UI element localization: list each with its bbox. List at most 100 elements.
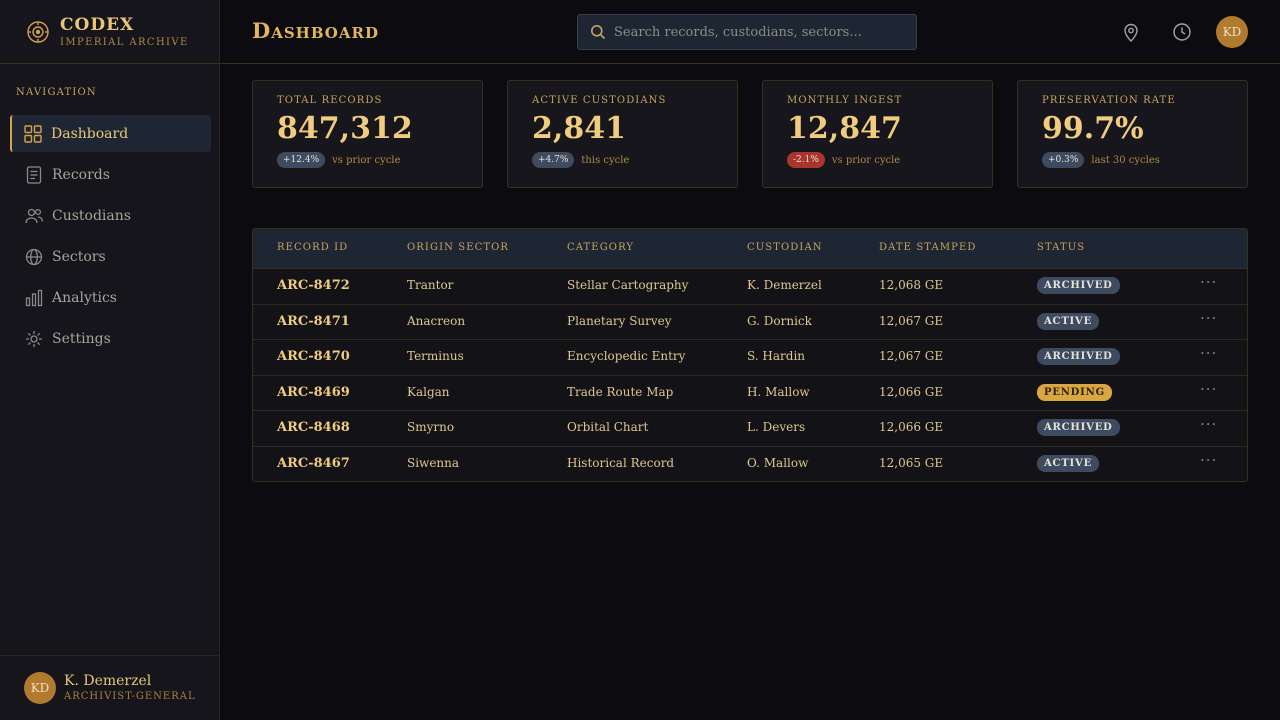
stat-change-chip: -2.1% [787, 152, 825, 168]
stat-value: 2,841 [532, 111, 626, 146]
stat-label: ACTIVE CUSTODIANS [532, 95, 667, 106]
sidebar-item-sectors[interactable]: Sectors [10, 238, 211, 275]
stat-change-chip: +0.3% [1042, 152, 1085, 168]
globe-icon [25, 248, 43, 265]
record-id[interactable]: ARC-8469 [277, 385, 350, 400]
clock-icon[interactable] [1171, 21, 1193, 43]
record-id[interactable]: ARC-8472 [277, 278, 350, 293]
sidebar: CODEX IMPERIAL ARCHIVE NAVIGATION Dashbo… [0, 0, 220, 720]
custodian: L. Devers [747, 420, 806, 434]
table-header: RECORD ID ORIGIN SECTOR CATEGORY CUSTODI… [253, 229, 1247, 269]
stat-value: 99.7% [1042, 111, 1144, 146]
more-actions-icon[interactable]: ··· [1200, 273, 1217, 291]
date-stamped: 12,066 GE [879, 420, 944, 434]
column-header-origin-sector[interactable]: ORIGIN SECTOR [407, 242, 509, 253]
search-input[interactable] [614, 24, 904, 40]
grid-icon [24, 124, 42, 143]
sidebar-item-label: Dashboard [51, 125, 129, 142]
brand[interactable]: CODEX IMPERIAL ARCHIVE [0, 0, 219, 64]
custodian: H. Mallow [747, 384, 810, 399]
column-header-category[interactable]: CATEGORY [567, 242, 634, 253]
record-id[interactable]: ARC-8467 [277, 456, 350, 471]
date-stamped: 12,066 GE [879, 384, 944, 399]
status-badge: ACTIVE [1037, 312, 1100, 330]
table-row[interactable]: ARC-8472 Trantor Stellar Cartography K. … [253, 269, 1247, 305]
topbar: Dashboard KD [220, 0, 1280, 64]
category: Stellar Cartography [567, 278, 689, 292]
date-stamped: 12,068 GE [879, 278, 944, 292]
column-header-custodian[interactable]: CUSTODIAN [747, 242, 823, 253]
gear-icon [26, 330, 42, 347]
sidebar-item-label: Sectors [52, 248, 106, 265]
header-avatar[interactable]: KD [1216, 16, 1248, 48]
search-bar[interactable] [577, 14, 917, 50]
status-badge: PENDING [1037, 383, 1112, 401]
sidebar-item-custodians[interactable]: Custodians [10, 197, 211, 234]
stat-change-chip: +4.7% [532, 152, 575, 168]
sidebar-item-records[interactable]: Records [10, 156, 211, 193]
table-row[interactable]: ARC-8469 Kalgan Trade Route Map H. Mallo… [253, 376, 1247, 411]
user-profile[interactable]: KD K. Demerzel ARCHIVIST-GENERAL [0, 655, 219, 720]
stat-card-active-custodians[interactable]: ACTIVE CUSTODIANS 2,841 +4.7% this cycle [507, 80, 738, 188]
status-badge: ARCHIVED [1037, 419, 1120, 436]
custodian: K. Demerzel [747, 278, 822, 292]
origin-sector: Smyrno [407, 420, 455, 434]
users-icon [25, 208, 43, 223]
stat-value: 847,312 [277, 111, 413, 146]
more-actions-icon[interactable]: ··· [1200, 309, 1217, 327]
records-table: RECORD ID ORIGIN SECTOR CATEGORY CUSTODI… [252, 228, 1248, 482]
status-badge: ARCHIVED [1037, 277, 1120, 294]
table-row[interactable]: ARC-8468 Smyrno Orbital Chart L. Devers … [253, 411, 1247, 447]
stat-card-preservation-rate[interactable]: PRESERVATION RATE 99.7% +0.3% last 30 cy… [1017, 80, 1248, 188]
column-header-status[interactable]: STATUS [1037, 242, 1085, 253]
stat-label: PRESERVATION RATE [1042, 95, 1176, 106]
sidebar-item-analytics[interactable]: Analytics [10, 279, 211, 316]
more-actions-icon[interactable]: ··· [1200, 415, 1217, 433]
date-stamped: 12,067 GE [879, 349, 944, 363]
record-id[interactable]: ARC-8471 [277, 314, 350, 329]
sidebar-item-label: Custodians [52, 207, 131, 224]
origin-sector: Siwenna [407, 455, 460, 470]
column-header-date-stamped[interactable]: DATE STAMPED [879, 242, 977, 253]
stat-note: vs prior cycle [831, 154, 901, 166]
sidebar-item-label: Records [52, 166, 110, 183]
location-pin-icon[interactable] [1120, 21, 1142, 43]
category: Historical Record [567, 455, 675, 470]
more-actions-icon[interactable]: ··· [1200, 451, 1217, 469]
stat-value: 12,847 [787, 111, 902, 146]
more-actions-icon[interactable]: ··· [1200, 344, 1217, 362]
status-badge: ACTIVE [1037, 454, 1100, 472]
stat-note: last 30 cycles [1091, 154, 1160, 166]
origin-sector: Anacreon [407, 313, 466, 328]
table-row[interactable]: ARC-8467 Siwenna Historical Record O. Ma… [253, 447, 1247, 482]
document-icon [26, 165, 42, 184]
more-actions-icon[interactable]: ··· [1200, 380, 1217, 398]
status-badge: ARCHIVED [1037, 348, 1120, 365]
table-row[interactable]: ARC-8471 Anacreon Planetary Survey G. Do… [253, 305, 1247, 340]
stat-label: MONTHLY INGEST [787, 95, 903, 106]
date-stamped: 12,067 GE [879, 313, 944, 328]
stat-change-chip: +12.4% [277, 152, 326, 168]
sidebar-item-settings[interactable]: Settings [10, 320, 211, 357]
origin-sector: Trantor [407, 278, 454, 292]
record-id[interactable]: ARC-8470 [277, 349, 350, 364]
stat-card-monthly-ingest[interactable]: MONTHLY INGEST 12,847 -2.1% vs prior cyc… [762, 80, 993, 188]
user-role: ARCHIVIST-GENERAL [64, 691, 196, 702]
stat-label: TOTAL RECORDS [277, 95, 383, 106]
column-header-record-id[interactable]: RECORD ID [277, 242, 348, 253]
origin-sector: Terminus [407, 349, 464, 363]
user-name: K. Demerzel [64, 673, 152, 689]
compass-logo-icon [27, 20, 49, 43]
sidebar-item-label: Analytics [52, 289, 117, 306]
stat-note: vs prior cycle [332, 154, 401, 166]
record-id[interactable]: ARC-8468 [277, 420, 350, 435]
nav-heading: NAVIGATION [16, 87, 97, 98]
bar-chart-icon [25, 289, 43, 306]
brand-subtitle: IMPERIAL ARCHIVE [60, 36, 189, 48]
sidebar-item-dashboard[interactable]: Dashboard [10, 115, 211, 152]
stat-card-total-records[interactable]: TOTAL RECORDS 847,312 +12.4% vs prior cy… [252, 80, 483, 188]
search-icon [591, 25, 606, 40]
category: Planetary Survey [567, 313, 672, 328]
custodian: S. Hardin [747, 349, 806, 363]
table-row[interactable]: ARC-8470 Terminus Encyclopedic Entry S. … [253, 340, 1247, 376]
